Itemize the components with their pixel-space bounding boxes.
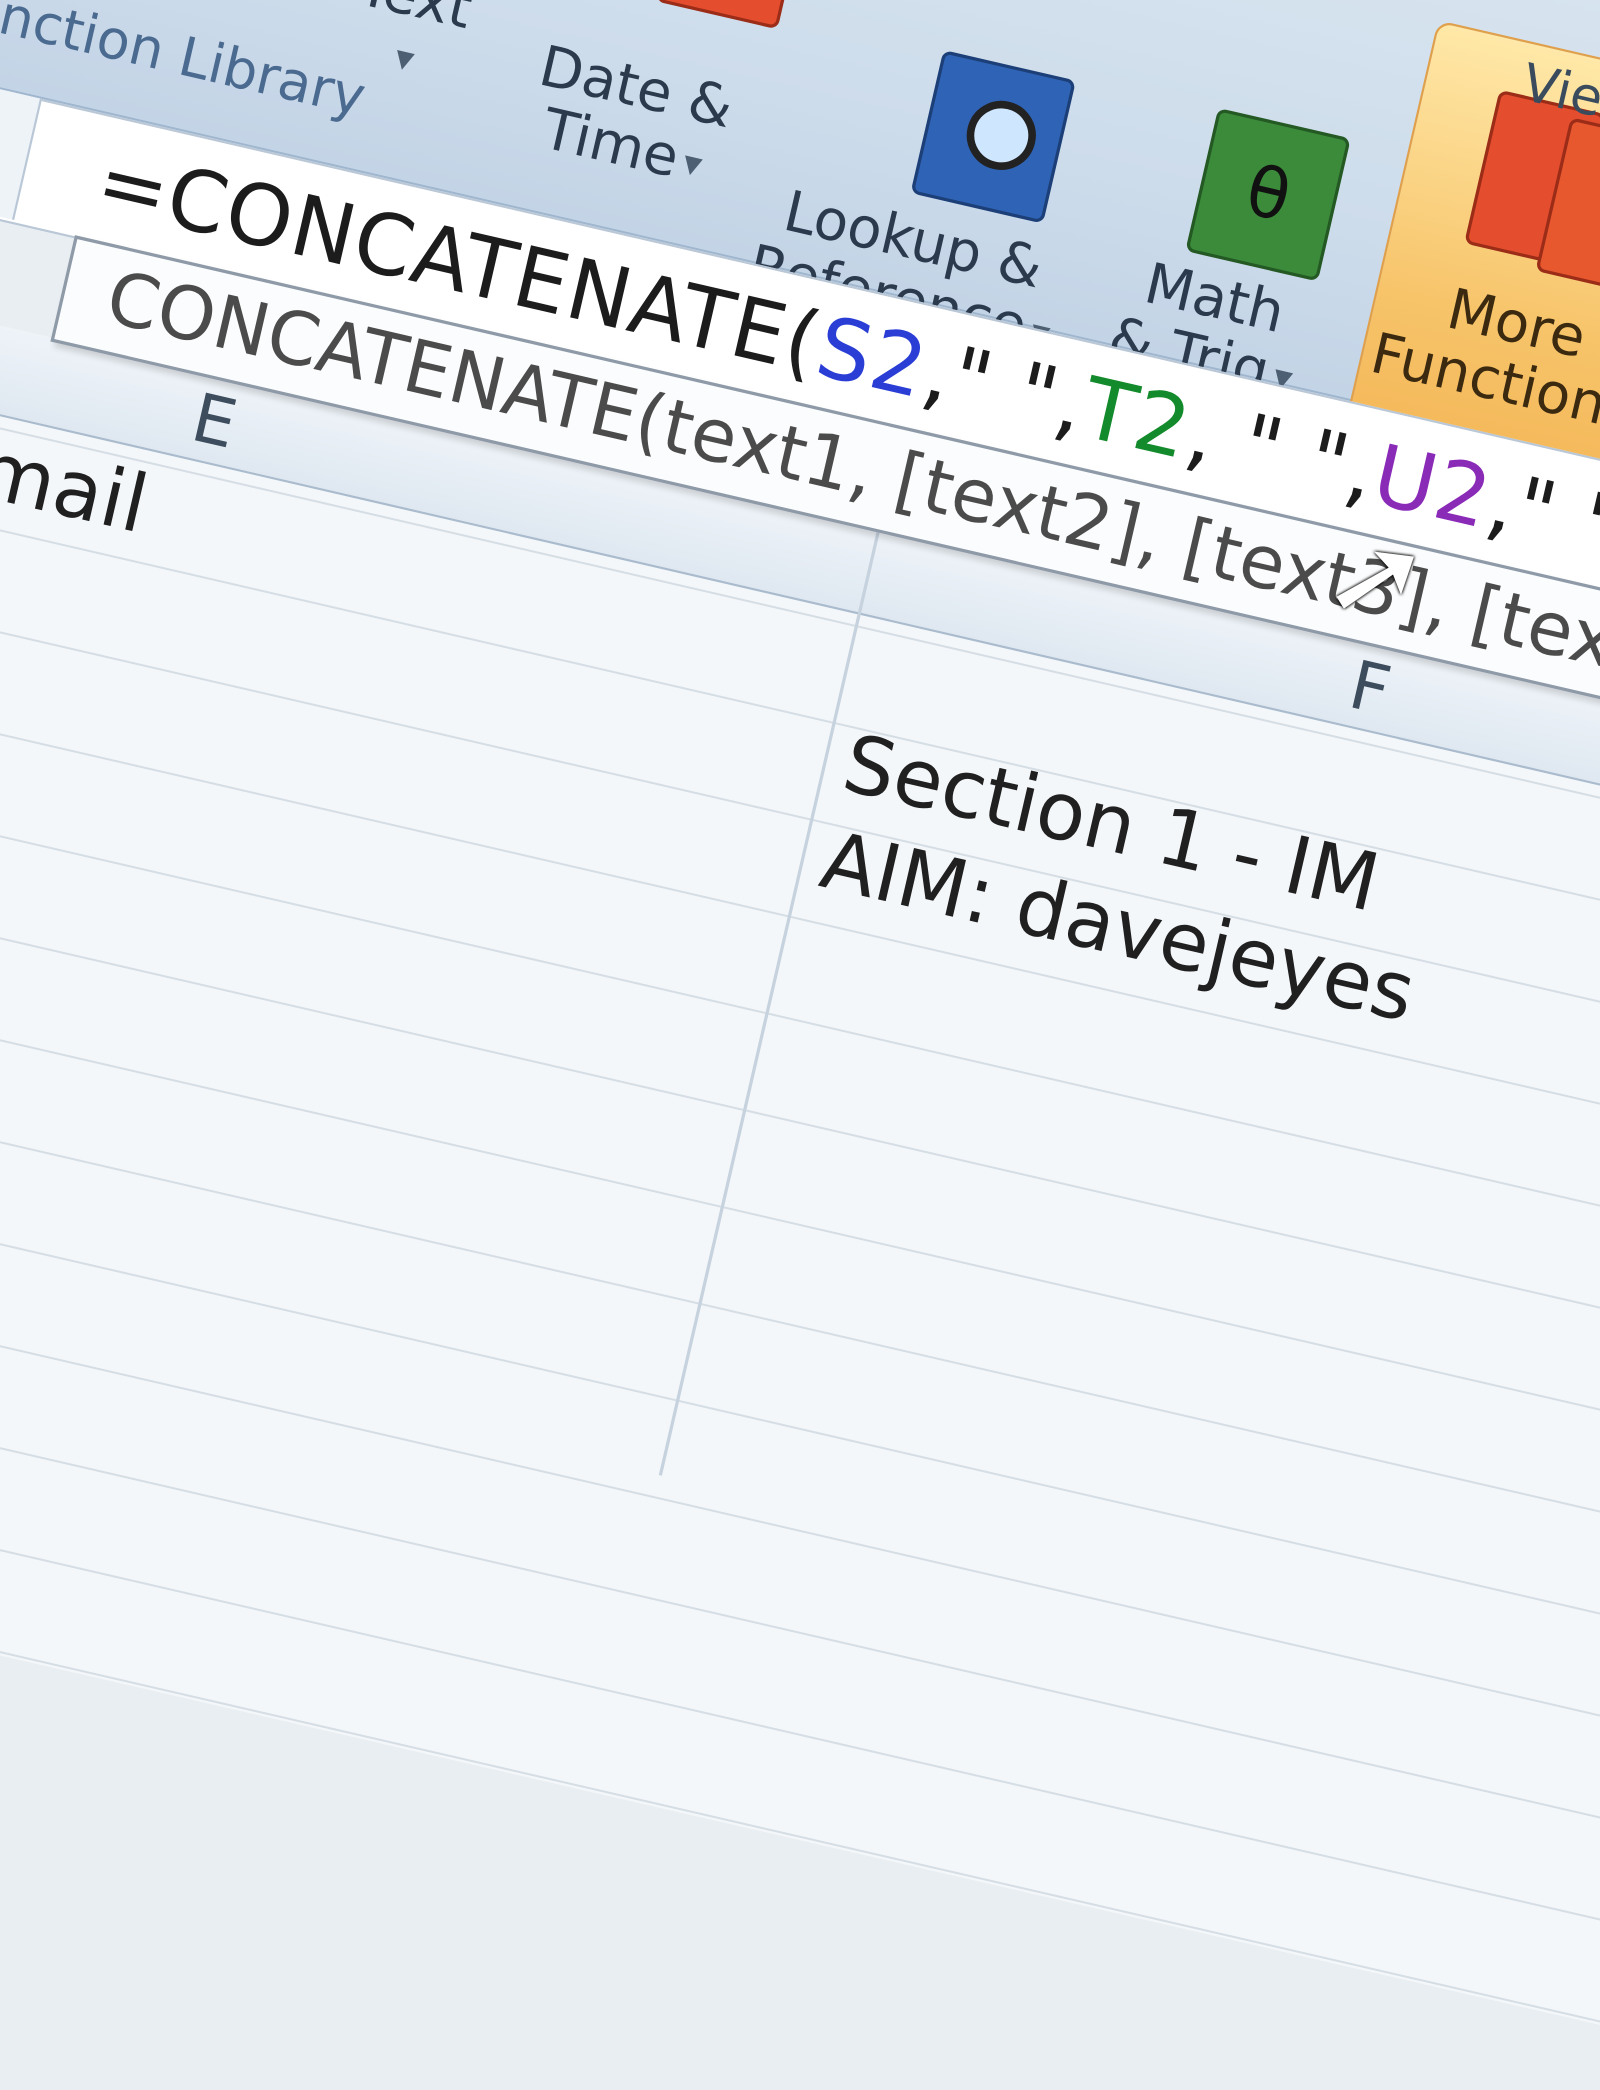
chevron-down-icon: ▼ xyxy=(680,150,705,181)
text-functions-label: Text xyxy=(353,0,478,42)
theta-glyph: θ xyxy=(1238,151,1298,239)
chevron-down-icon: ▼ xyxy=(392,44,417,76)
excel-window: Text ▼ Date & Time▼ Lookup & Reference▼ … xyxy=(0,0,1600,2066)
magnifier-icon xyxy=(959,93,1043,177)
